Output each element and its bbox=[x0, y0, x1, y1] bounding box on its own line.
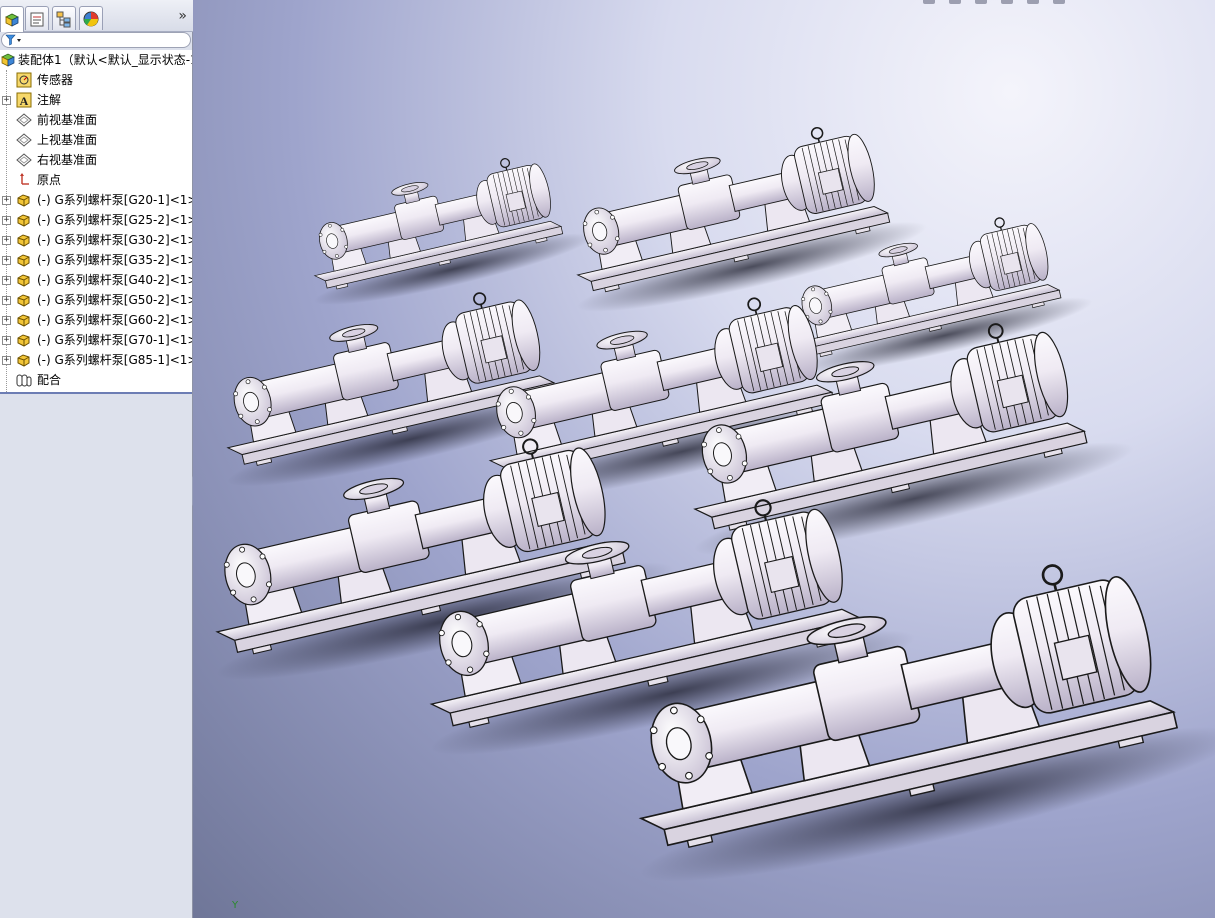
displaymanager-tab[interactable] bbox=[79, 6, 103, 30]
tree-item-sensors[interactable]: 传感器 bbox=[0, 70, 192, 90]
part-icon bbox=[17, 214, 30, 227]
tree-item-label: (-) G系列螺杆泵[G60-2]<1> bbox=[37, 313, 192, 327]
expand-plus-icon[interactable]: + bbox=[2, 336, 11, 345]
tree-item-label: (-) G系列螺杆泵[G20-1]<1> bbox=[37, 193, 192, 207]
tree-item-part-g50[interactable]: + (-) G系列螺杆泵[G50-2]<1> bbox=[0, 290, 192, 310]
tree-item-part-g30[interactable]: + (-) G系列螺杆泵[G30-2]<1> bbox=[0, 230, 192, 250]
expand-plus-icon[interactable]: + bbox=[2, 356, 11, 365]
propertymanager-tab[interactable] bbox=[25, 6, 49, 30]
part-icon bbox=[17, 314, 30, 327]
tree-item-front-plane[interactable]: 前视基准面 bbox=[0, 110, 192, 130]
filter-icon[interactable] bbox=[5, 34, 23, 46]
annotation-icon: A bbox=[16, 92, 32, 108]
panel-tab-bar: » bbox=[0, 0, 193, 32]
tree-item-part-g85[interactable]: + (-) G系列螺杆泵[G85-1]<1> bbox=[0, 350, 192, 370]
appearance-pie-icon bbox=[83, 11, 99, 26]
tree-item-origin[interactable]: 原点 bbox=[0, 170, 192, 190]
expand-plus-icon[interactable]: + bbox=[2, 96, 11, 105]
assembly-icon bbox=[1, 53, 15, 67]
tree-item-right-plane[interactable]: 右视基准面 bbox=[0, 150, 192, 170]
tree-item-part-g25[interactable]: + (-) G系列螺杆泵[G25-2]<1> bbox=[0, 210, 192, 230]
expand-plus-icon[interactable]: + bbox=[2, 236, 11, 245]
expand-plus-icon[interactable]: + bbox=[2, 196, 11, 205]
coordinate-triad-icon: Y bbox=[232, 900, 239, 911]
expand-plus-icon[interactable]: + bbox=[2, 276, 11, 285]
tree-item-label: (-) G系列螺杆泵[G30-2]<1> bbox=[37, 233, 192, 247]
plane-icon bbox=[16, 133, 32, 147]
tree-item-label: 配合 bbox=[37, 373, 62, 387]
assembly-model-render bbox=[193, 107, 1215, 909]
part-icon bbox=[17, 194, 30, 207]
expand-plus-icon[interactable]: + bbox=[2, 296, 11, 305]
configurationmanager-tab[interactable] bbox=[52, 6, 76, 30]
tree-item-part-g70[interactable]: + (-) G系列螺杆泵[G70-1]<1> bbox=[0, 330, 192, 350]
tree-item-label: (-) G系列螺杆泵[G40-2]<1> bbox=[37, 273, 192, 287]
tree-item-part-g40[interactable]: + (-) G系列螺杆泵[G40-2]<1> bbox=[0, 270, 192, 290]
expand-plus-icon[interactable]: + bbox=[2, 256, 11, 265]
part-icon bbox=[17, 354, 30, 367]
featuremanager-tab[interactable] bbox=[0, 6, 24, 32]
expand-plus-icon[interactable]: + bbox=[2, 316, 11, 325]
tree-filter-input[interactable] bbox=[1, 32, 191, 48]
tree-item-label: 前视基准面 bbox=[37, 113, 98, 127]
mates-icon bbox=[16, 374, 32, 387]
graphics-viewport[interactable]: Y bbox=[193, 0, 1215, 918]
tree-item-label: (-) G系列螺杆泵[G50-2]<1> bbox=[37, 293, 192, 307]
tree-item-label: (-) G系列螺杆泵[G25-2]<1> bbox=[37, 213, 192, 227]
tree-item-label: 原点 bbox=[37, 173, 62, 187]
tree-root-label: 装配体1（默认<默认_显示状态-1 bbox=[18, 53, 192, 67]
tree-item-annotations[interactable]: + A 注解 bbox=[0, 90, 192, 110]
feature-tree-icon bbox=[5, 13, 19, 27]
tree-item-label: (-) G系列螺杆泵[G35-2]<1> bbox=[37, 253, 192, 267]
tree-item-part-g60[interactable]: + (-) G系列螺杆泵[G60-2]<1> bbox=[0, 310, 192, 330]
tree-item-label: (-) G系列螺杆泵[G85-1]<1> bbox=[37, 353, 192, 367]
sensor-icon bbox=[16, 72, 32, 88]
expand-plus-icon[interactable]: + bbox=[2, 216, 11, 225]
configuration-icon bbox=[56, 11, 71, 27]
tree-item-label: (-) G系列螺杆泵[G70-1]<1> bbox=[37, 333, 192, 347]
tree-item-label: 注解 bbox=[37, 93, 62, 107]
part-icon bbox=[17, 294, 30, 307]
feature-tree: 装配体1（默认<默认_显示状态-1 传感器 + A 注解 前视基准面 上视基准面… bbox=[0, 50, 192, 394]
plane-icon bbox=[16, 113, 32, 127]
part-icon bbox=[17, 334, 30, 347]
tree-item-mates[interactable]: 配合 bbox=[0, 370, 192, 390]
tree-item-top-plane[interactable]: 上视基准面 bbox=[0, 130, 192, 150]
tree-item-label: 上视基准面 bbox=[37, 133, 98, 147]
part-icon bbox=[17, 254, 30, 267]
tree-item-label: 传感器 bbox=[37, 73, 74, 87]
tree-root-assembly[interactable]: 装配体1（默认<默认_显示状态-1 bbox=[0, 50, 192, 70]
plane-icon bbox=[16, 153, 32, 167]
part-icon bbox=[17, 234, 30, 247]
svg-text:A: A bbox=[20, 94, 29, 108]
origin-icon bbox=[20, 173, 29, 185]
tree-item-part-g20[interactable]: + (-) G系列螺杆泵[G20-1]<1> bbox=[0, 190, 192, 210]
tree-item-label: 右视基准面 bbox=[37, 153, 98, 167]
expand-panel-icon[interactable]: » bbox=[178, 8, 187, 24]
part-icon bbox=[17, 274, 30, 287]
tree-item-part-g35[interactable]: + (-) G系列螺杆泵[G35-2]<1> bbox=[0, 250, 192, 270]
feature-manager-panel: » 装配体1（默认<默认_显示状态-1 传感器 + A 注解 前视基准面 上视基… bbox=[0, 0, 193, 918]
property-icon bbox=[30, 12, 44, 26]
pump-model-g20 bbox=[292, 142, 597, 318]
